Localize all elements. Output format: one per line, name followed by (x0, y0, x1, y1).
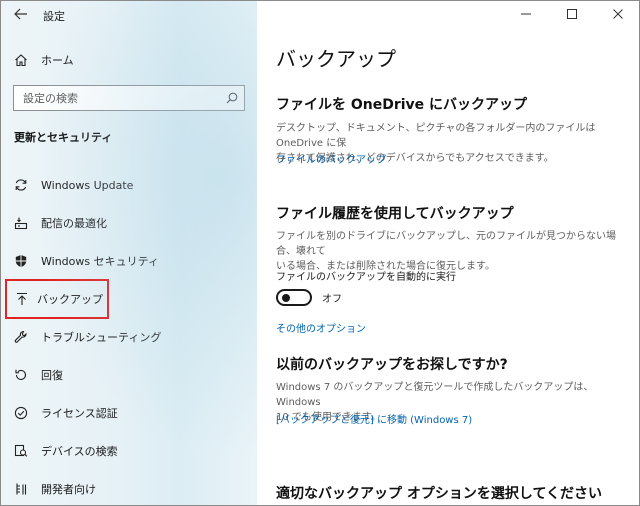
backup-restore-windows7-link[interactable]: [バックアップと復元] に移動 (Windows 7) (276, 411, 472, 426)
maximize-button[interactable] (549, 1, 595, 29)
sidebar-nav-list: Windows Update 配信の最適化 Windows セキュリティ バック… (1, 166, 257, 505)
sidebar-item-label: 回復 (41, 369, 63, 382)
older-backup-section-title: 以前のバックアップをお探しですか? (276, 357, 508, 373)
onedrive-section-title: ファイルを OneDrive にバックアップ (276, 97, 528, 113)
sidebar-item-label: デバイスの検索 (41, 445, 118, 458)
sidebar-item-label: 配信の最適化 (41, 217, 107, 230)
developer-icon (1, 482, 41, 496)
find-device-icon (1, 444, 41, 458)
sidebar-item-activation[interactable]: ライセンス認証 (1, 394, 257, 432)
auto-backup-toggle[interactable] (276, 289, 312, 306)
wrench-icon (1, 330, 41, 344)
file-history-desc-line-1: ファイルを別のドライブにバックアップし、元のファイルが見つからない場合、壊れて (276, 231, 616, 257)
search-icon[interactable] (226, 89, 238, 108)
sidebar: 設定 ホーム 更新とセキュリティ Windows Update (1, 1, 257, 505)
backup-arrow-icon (7, 292, 37, 306)
window-controls (503, 1, 639, 29)
check-circle-icon (1, 406, 41, 420)
sidebar-item-label: バックアップ (37, 293, 103, 306)
backup-files-link[interactable]: ファイルのバックアップ (276, 151, 386, 166)
sidebar-item-windows-security[interactable]: Windows セキュリティ (1, 242, 257, 280)
sidebar-item-windows-update[interactable]: Windows Update (1, 166, 257, 204)
refresh-icon (1, 178, 41, 192)
page-title: バックアップ (276, 47, 396, 71)
back-arrow-icon (14, 8, 28, 24)
section-heading: 更新とセキュリティ (14, 131, 113, 144)
sidebar-item-label: トラブルシューティング (41, 331, 162, 344)
sidebar-item-troubleshoot[interactable]: トラブルシューティング (1, 318, 257, 356)
home-icon (1, 53, 41, 67)
minimize-button[interactable] (503, 1, 549, 29)
search-input[interactable] (23, 91, 213, 105)
close-button[interactable] (595, 1, 639, 29)
sidebar-item-delivery-optimization[interactable]: 配信の最適化 (1, 204, 257, 242)
titlebar-left: 設定 (1, 1, 257, 31)
more-options-link[interactable]: その他のオプション (276, 320, 366, 335)
home-label: ホーム (41, 54, 74, 67)
search-box[interactable] (13, 85, 245, 111)
choose-option-section-title: 適切なバックアップ オプションを選択してください (276, 486, 603, 502)
file-history-section-title: ファイル履歴を使用してバックアップ (276, 206, 514, 222)
sidebar-item-recovery[interactable]: 回復 (1, 356, 257, 394)
onedrive-desc-line-1: デスクトップ、ドキュメント、ピクチャの各フォルダー内のファイルは OneDriv… (276, 123, 596, 149)
auto-backup-toggle-row: オフ (276, 289, 342, 306)
settings-window: 設定 ホーム 更新とセキュリティ Windows Update (0, 0, 640, 506)
sidebar-item-home[interactable]: ホーム (1, 45, 257, 75)
sidebar-item-developer[interactable]: 開発者向け (1, 470, 257, 505)
toggle-knob (282, 294, 290, 302)
recovery-icon (1, 368, 41, 382)
auto-backup-label: ファイルのバックアップを自動的に実行 (276, 272, 456, 283)
sidebar-item-label: Windows Update (41, 178, 134, 192)
main-content: バックアップ ファイルを OneDrive にバックアップ デスクトップ、ドキュ… (257, 1, 639, 505)
shield-icon (1, 254, 41, 268)
sidebar-item-label: Windows セキュリティ (41, 255, 159, 268)
toggle-state-label: オフ (322, 294, 342, 305)
delivery-optimization-icon (1, 216, 41, 230)
back-button[interactable] (1, 1, 41, 31)
sidebar-item-find-device[interactable]: デバイスの検索 (1, 432, 257, 470)
app-title: 設定 (43, 10, 65, 23)
older-backup-desc-line-1: Windows 7 のバックアップと復元ツールで作成したバックアップは、Wind… (276, 382, 594, 408)
sidebar-item-label: 開発者向け (41, 483, 96, 496)
close-icon (613, 8, 623, 22)
minimize-icon (521, 9, 531, 22)
sidebar-item-backup[interactable]: バックアップ (5, 279, 109, 319)
maximize-icon (567, 8, 577, 22)
sidebar-item-label: ライセンス認証 (41, 407, 118, 420)
